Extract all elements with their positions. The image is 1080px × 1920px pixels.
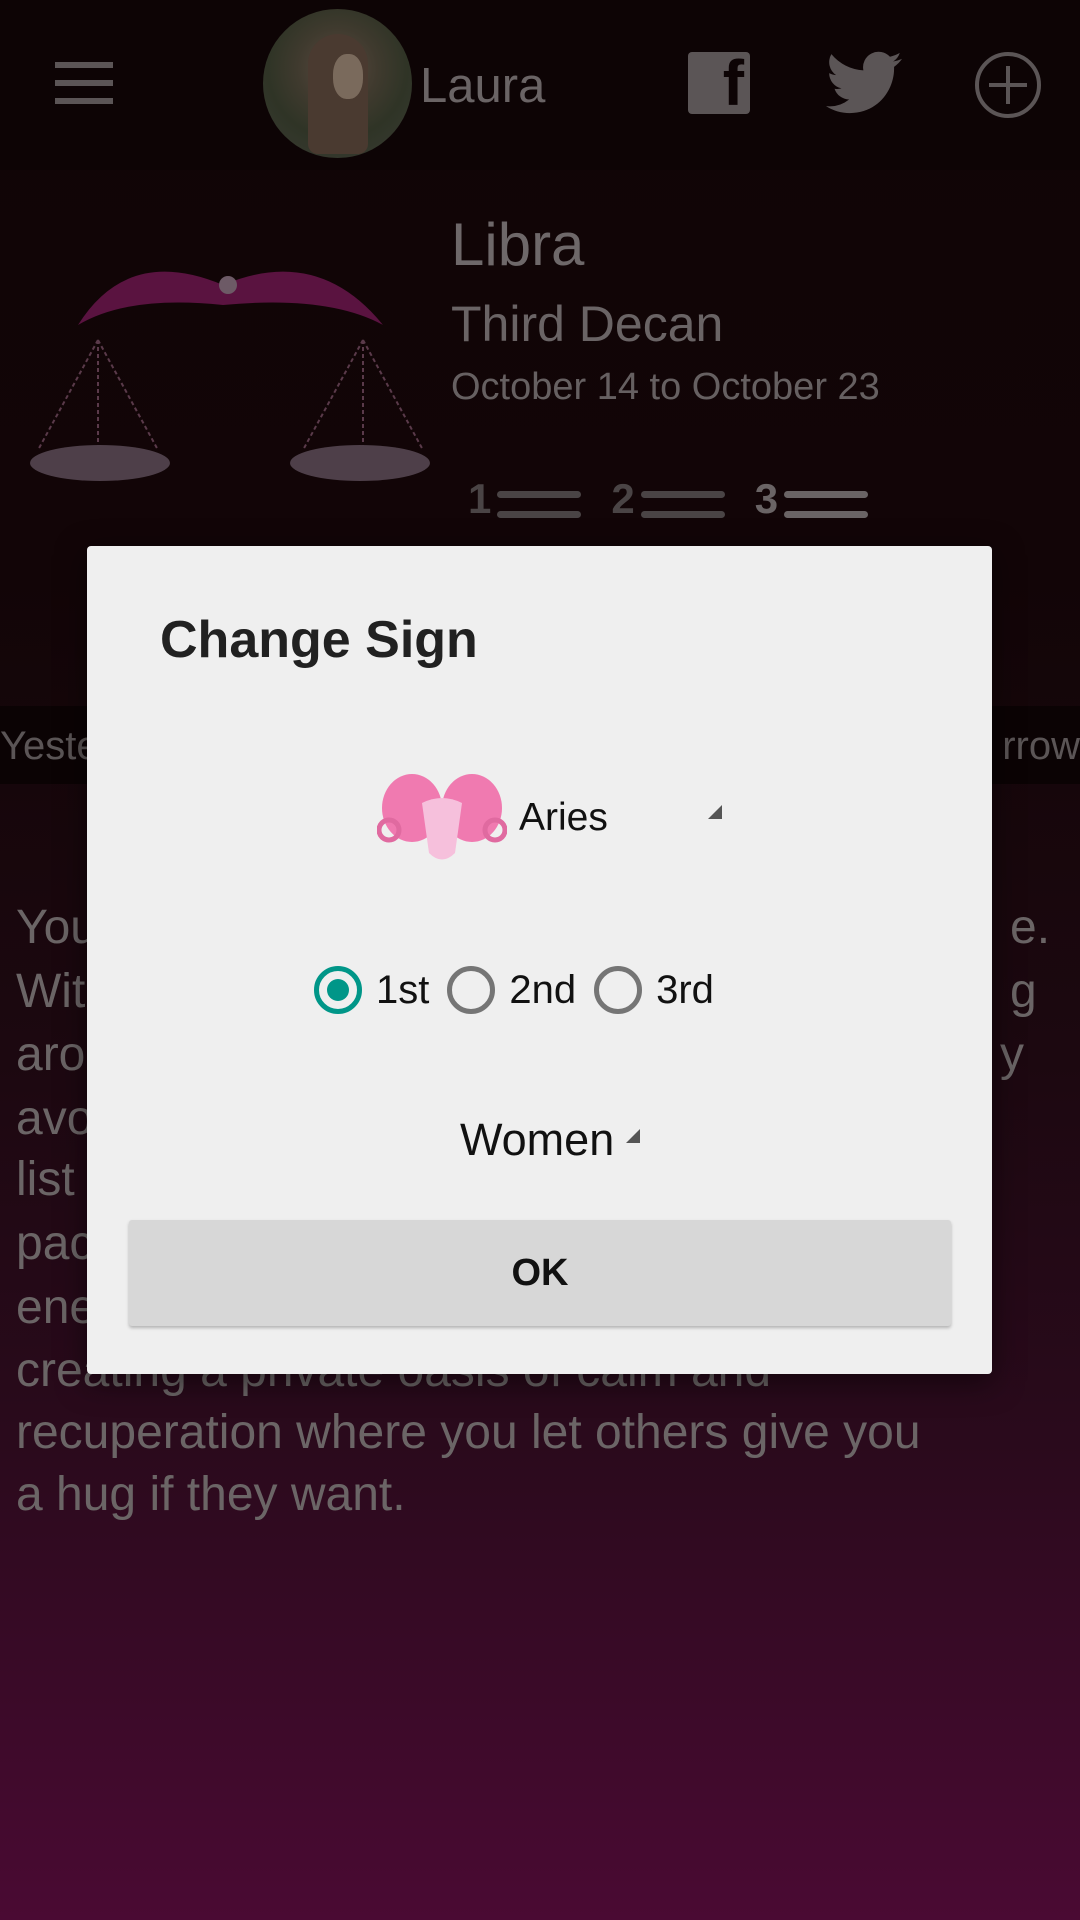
dialog-title: Change Sign	[160, 611, 478, 669]
sign-dropdown[interactable]: Aries	[377, 768, 722, 868]
radio-checked-icon	[314, 966, 362, 1014]
ok-button[interactable]: OK	[129, 1220, 951, 1326]
radio-label: 1st	[376, 967, 430, 1012]
radio-label: 2nd	[509, 967, 577, 1012]
change-sign-dialog: Change Sign Aries 1st 2nd 3rd Women OK	[87, 546, 992, 1374]
gender-dropdown[interactable]: Women	[460, 1114, 641, 1166]
decan-radio-group: 1st 2nd 3rd	[314, 966, 732, 1014]
radio-label: 3rd	[656, 967, 714, 1012]
gender-value: Women	[460, 1114, 615, 1165]
dropdown-arrow-icon	[626, 1129, 641, 1143]
radio-unchecked-icon	[447, 966, 496, 1014]
radio-1st[interactable]: 1st	[314, 966, 429, 1014]
sign-value: Aries	[519, 796, 608, 839]
dropdown-arrow-icon	[707, 805, 722, 819]
radio-unchecked-icon	[594, 966, 643, 1014]
aries-ram-icon	[377, 774, 507, 860]
radio-2nd[interactable]: 2nd	[447, 966, 576, 1014]
radio-3rd[interactable]: 3rd	[594, 966, 714, 1014]
